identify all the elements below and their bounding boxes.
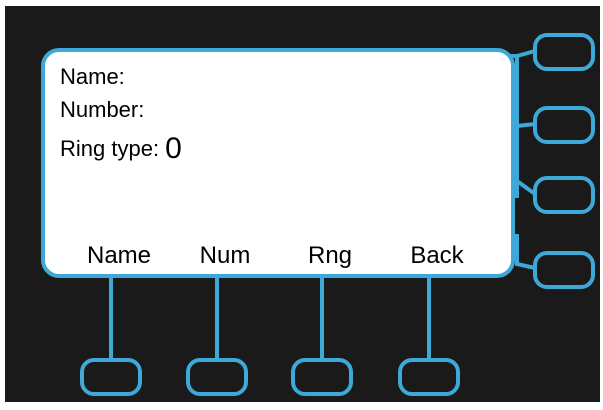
softkey-label-num: Num bbox=[199, 242, 251, 269]
softkey-num-button[interactable] bbox=[186, 358, 248, 396]
name-label: Name: bbox=[60, 64, 125, 89]
softkey-label-back: Back bbox=[410, 242, 464, 269]
ring-type-field: Ring type: 0 bbox=[60, 130, 182, 165]
name-field: Name: bbox=[60, 64, 125, 90]
device-panel: Name: Number: Ring type: 0 Name Num Rng B… bbox=[5, 6, 600, 402]
number-field: Number: bbox=[60, 97, 144, 123]
ring-type-label: Ring type: bbox=[60, 136, 160, 161]
softkey-name-button[interactable] bbox=[80, 358, 142, 396]
number-label: Number: bbox=[60, 97, 145, 122]
softkey-label-rng: Rng bbox=[307, 242, 353, 269]
softkey-label-name: Name bbox=[86, 242, 152, 269]
line-button-1[interactable] bbox=[533, 33, 595, 71]
softkey-rng-button[interactable] bbox=[291, 358, 353, 396]
line-button-2[interactable] bbox=[533, 106, 595, 144]
ring-type-value: 0 bbox=[165, 132, 182, 165]
softkey-back-button[interactable] bbox=[398, 358, 460, 396]
phone-device: Name: Number: Ring type: 0 Name Num Rng B… bbox=[0, 0, 603, 410]
line-button-4[interactable] bbox=[533, 251, 595, 289]
line-button-3[interactable] bbox=[533, 176, 595, 214]
lcd-screen: Name: Number: Ring type: 0 Name Num Rng B… bbox=[41, 48, 515, 278]
